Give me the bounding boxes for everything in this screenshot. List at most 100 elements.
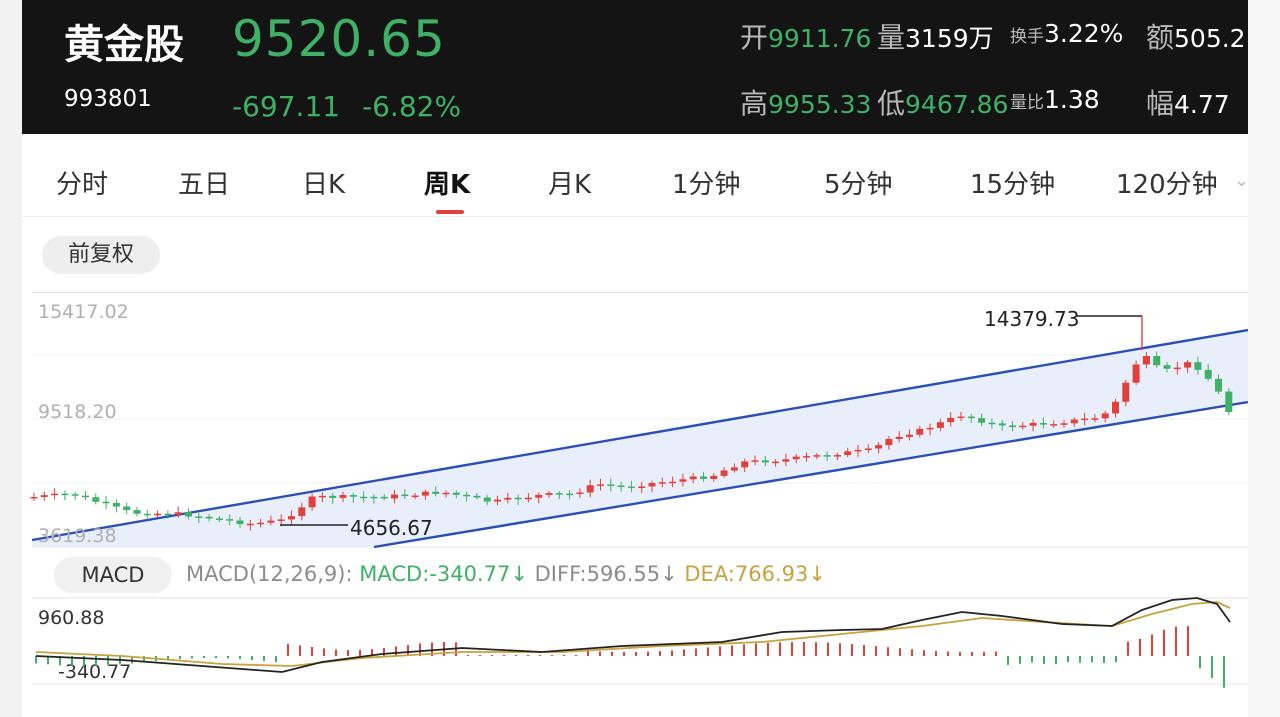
candle-body: [864, 448, 872, 450]
candle-body: [710, 475, 718, 479]
candle-body: [679, 479, 687, 482]
candle-body: [730, 467, 738, 471]
candle-body: [504, 497, 512, 500]
candle-body: [298, 507, 306, 517]
candle-body: [143, 513, 151, 516]
candle-body: [185, 512, 192, 517]
tab-weekly-k[interactable]: 周K: [424, 164, 470, 201]
candle-body: [288, 516, 295, 520]
candle-body: [112, 502, 120, 507]
candle-body: [978, 418, 986, 423]
chevron-down-icon[interactable]: ⌄: [1234, 170, 1248, 191]
candle-body: [700, 476, 707, 479]
candle-body: [349, 495, 357, 497]
volume-value: 3159万: [905, 24, 994, 53]
channel-upper-line: [31, 328, 1248, 542]
tab-timeshare[interactable]: 分时: [56, 164, 108, 201]
macd-values: MACD(12,26,9): MACD:-340.77↓ DIFF:596.55…: [186, 562, 826, 586]
candle-body: [813, 455, 821, 457]
candle-body: [442, 492, 450, 495]
candle-body: [195, 516, 203, 518]
low-annotation-label: 4656.67: [350, 516, 433, 540]
active-tab-indicator: [436, 210, 464, 214]
amplitude-value: 4.77: [1174, 90, 1230, 119]
low-stat: 低9467.86: [877, 82, 1008, 122]
candle-body: [164, 513, 172, 516]
tab-15min[interactable]: 15分钟: [970, 164, 1055, 201]
candle-body: [1060, 423, 1068, 425]
forward-adjust-button[interactable]: 前复权: [42, 236, 160, 274]
candle-body: [586, 485, 594, 493]
candle-body: [494, 499, 501, 502]
low-value: 9467.86: [905, 90, 1009, 119]
candle-body: [895, 436, 903, 439]
candle-body: [823, 455, 831, 457]
candle-body: [463, 494, 471, 497]
candle-body: [1163, 365, 1171, 369]
amount-stat: 额505.2: [1146, 16, 1246, 56]
macd-indicator-button[interactable]: MACD: [54, 557, 172, 593]
diff-line: [35, 597, 1231, 673]
period-tabs: 分时 五日 日K 周K 月K 1分钟 5分钟 15分钟 120分钟 ⌄: [22, 148, 1248, 217]
candle-body: [761, 460, 769, 463]
candle-body: [174, 512, 182, 515]
tab-120min[interactable]: 120分钟: [1116, 164, 1218, 201]
price-change-pct: -6.82%: [362, 90, 462, 123]
candle-body: [226, 519, 234, 521]
price-axis-mid: 9518.20: [38, 401, 117, 423]
candle-body: [936, 422, 944, 428]
candle-body: [329, 495, 337, 498]
volume-label: 量: [877, 21, 906, 54]
candle-body: [401, 494, 409, 497]
candle-body: [741, 461, 749, 468]
candle-body: [998, 423, 1006, 426]
high-annotation-label: 14379.73: [984, 307, 1079, 331]
candle-body: [854, 449, 862, 452]
open-label: 开: [740, 21, 769, 54]
candle-body: [957, 416, 965, 419]
candle-body: [669, 481, 677, 484]
candle-body: [833, 455, 841, 457]
amount-value: 505.2: [1174, 24, 1246, 53]
candle-body: [483, 497, 491, 502]
candle-body: [257, 522, 265, 525]
candle-body: [154, 513, 162, 516]
candle-body: [545, 493, 553, 495]
candle-body: [277, 519, 285, 521]
candle-body: [267, 520, 275, 523]
candle-body: [40, 495, 48, 497]
tab-five-day[interactable]: 五日: [178, 164, 230, 201]
candle-body: [967, 416, 975, 419]
candle-body: [391, 494, 398, 499]
tab-5min[interactable]: 5分钟: [824, 164, 893, 201]
dea-value: DEA:766.93↓: [684, 562, 826, 586]
candle-body: [1142, 355, 1150, 365]
candle-body: [71, 494, 79, 496]
candle-body: [916, 428, 924, 435]
candle-body: [1225, 391, 1233, 412]
macd-histogram: [35, 626, 1225, 688]
candle-body: [473, 495, 481, 498]
open-value: 9911.76: [768, 24, 872, 53]
candle-body: [1132, 364, 1140, 383]
volume-stat: 量3159万: [877, 16, 994, 56]
high-annotation: 14379.73: [984, 307, 1143, 350]
tab-1min[interactable]: 1分钟: [672, 164, 741, 201]
candle-body: [411, 495, 419, 498]
candle-body: [885, 438, 893, 446]
tab-monthly-k[interactable]: 月K: [548, 164, 591, 201]
candle-body: [1019, 425, 1027, 428]
high-label: 高: [740, 87, 769, 120]
candle-body: [1091, 418, 1099, 420]
kline-chart[interactable]: 15417.02 9518.20 3619.38 4656.67 14379.7…: [22, 292, 1248, 717]
price-change: -697.11: [232, 90, 341, 123]
current-price: 9520.65: [232, 10, 446, 68]
macd-axis-top: 960.88: [38, 607, 104, 629]
candle-body: [205, 516, 213, 519]
candle-body: [514, 497, 522, 500]
candle-body: [370, 496, 378, 499]
candle-body: [1039, 422, 1047, 425]
candle-body: [1204, 369, 1212, 379]
tab-daily-k[interactable]: 日K: [302, 164, 345, 201]
candle-body: [82, 495, 89, 498]
